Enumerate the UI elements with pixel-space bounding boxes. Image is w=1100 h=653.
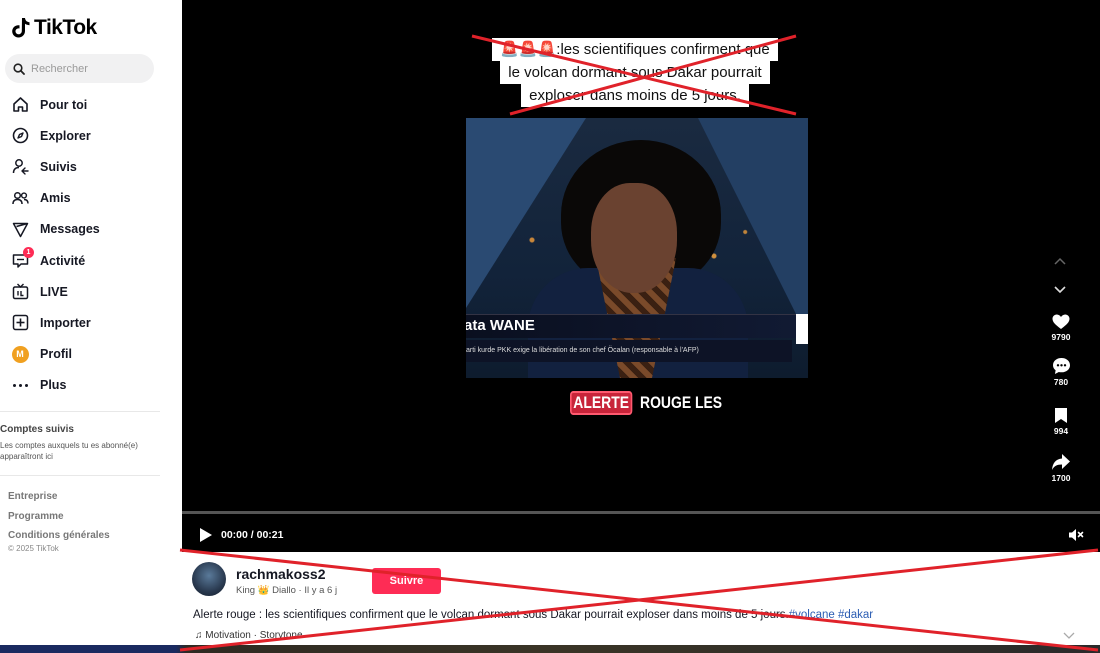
nav-item-messages[interactable]: Messages <box>0 214 182 245</box>
video-caption-overlay: 🚨🚨🚨:les scientifiques confirment que le … <box>474 38 796 107</box>
author-avatar[interactable] <box>192 562 226 596</box>
activity-icon: 1 <box>11 246 34 270</box>
compass-icon <box>11 127 29 145</box>
lower-third-name: ata WANE <box>466 317 535 334</box>
nav-label: Profil <box>40 347 72 362</box>
video-player[interactable]: 🚨🚨🚨:les scientifiques confirment que le … <box>182 0 1100 552</box>
nav-item-explorer[interactable]: Explorer <box>0 120 182 151</box>
music-label[interactable]: ♫ Motivation · Storytone <box>195 630 303 641</box>
nav-label: Messages <box>40 222 100 237</box>
nav-item-suivis[interactable]: Suivis <box>0 151 182 182</box>
copyright: © 2025 TikTok <box>8 544 59 553</box>
followed-accounts-description: Les comptes auxquels tu es abonné(e) app… <box>0 441 138 461</box>
messages-icon <box>11 220 29 238</box>
footer-link-entreprise[interactable]: Entreprise <box>8 487 110 507</box>
divider <box>0 475 160 476</box>
video-controls: 00:00 / 00:21 <box>182 518 1100 552</box>
heart-icon <box>1052 314 1070 329</box>
progress-bar[interactable] <box>182 511 1100 514</box>
profile-avatar: M <box>11 345 29 363</box>
following-icon <box>11 158 29 176</box>
search-bar[interactable] <box>5 54 154 83</box>
news-ticker: arti kurde PKK exige la libération de so… <box>466 340 792 362</box>
notification-badge: 1 <box>23 246 34 258</box>
logo-text: TikTok <box>34 16 97 39</box>
nav-label: Explorer <box>40 128 91 143</box>
followed-accounts-title: Comptes suivis <box>0 424 74 435</box>
search-input[interactable] <box>31 62 141 75</box>
upload-icon <box>11 314 29 332</box>
nav-item-plus[interactable]: Plus <box>0 370 182 401</box>
nav-label: Suivis <box>40 159 77 174</box>
nav-label: Pour toi <box>40 97 88 112</box>
post-description-text: Alerte rouge : les scientifiques confirm… <box>193 609 789 621</box>
video-info-panel: rachmakoss2 King 👑 Diallo · Il y a 6 j S… <box>182 552 1100 653</box>
share-count: 1700 <box>1051 473 1071 483</box>
previous-video-button[interactable] <box>1048 251 1072 271</box>
nav-label: Amis <box>40 191 71 206</box>
profile-avatar-letter: M <box>11 345 29 363</box>
nav-item-live[interactable]: LIVE <box>0 276 182 307</box>
author-username[interactable]: rachmakoss2 <box>236 566 326 582</box>
footer-links: Entreprise Programme Conditions générale… <box>8 487 110 546</box>
caption-line: exploser dans moins de 5 jours. <box>521 84 749 107</box>
play-icon[interactable] <box>199 527 213 543</box>
caption-line: le volcan dormant sous Dakar pourrait <box>500 61 770 84</box>
alert-text: ROUGE LES <box>640 393 723 412</box>
sidebar: TikTok Pour toi Explorer <box>0 0 182 653</box>
nav-item-activite[interactable]: 1 Activité <box>0 245 182 276</box>
expand-chevron-icon[interactable] <box>1063 632 1075 640</box>
nav-menu: Pour toi Explorer Suivis Amis Messages 1… <box>0 89 182 401</box>
save-button[interactable]: 994 <box>1040 407 1082 436</box>
comment-button[interactable]: 780 <box>1040 357 1082 387</box>
chevron-up-icon <box>1054 257 1066 265</box>
tiktok-logo-icon <box>12 18 30 38</box>
nav-item-pour-toi[interactable]: Pour toi <box>0 89 182 120</box>
footer-link-programme[interactable]: Programme <box>8 507 110 527</box>
post-hashtags[interactable]: #volcane #dakar <box>789 609 873 621</box>
bookmark-icon <box>1055 408 1067 423</box>
nav-label: Importer <box>40 315 91 330</box>
tiktok-logo[interactable]: TikTok <box>12 16 97 40</box>
alert-badge: ALERTE <box>570 391 633 415</box>
author-subline: King 👑 Diallo · Il y a 6 j <box>236 585 338 596</box>
live-icon <box>11 283 29 301</box>
like-count: 9790 <box>1051 332 1071 342</box>
taskbar-strip <box>0 645 1100 653</box>
divider <box>0 411 160 412</box>
follow-button[interactable]: Suivre <box>372 568 441 594</box>
video-time: 00:00 / 00:21 <box>221 529 284 541</box>
nav-item-importer[interactable]: Importer <box>0 307 182 338</box>
more-icon <box>11 376 29 394</box>
mute-icon[interactable] <box>1068 528 1084 542</box>
nav-label: LIVE <box>40 284 68 299</box>
share-button[interactable]: 1700 <box>1040 453 1082 483</box>
post-description: Alerte rouge : les scientifiques confirm… <box>193 609 873 621</box>
presenter-face <box>591 183 677 293</box>
nav-label: Activité <box>40 253 86 268</box>
chevron-down-icon <box>1054 286 1066 294</box>
search-icon <box>13 62 25 75</box>
share-icon <box>1052 454 1070 470</box>
like-button[interactable]: 9790 <box>1040 314 1082 342</box>
caption-line: 🚨🚨🚨:les scientifiques confirment que <box>492 38 778 61</box>
nav-label: Plus <box>40 378 67 393</box>
comment-count: 780 <box>1053 377 1069 387</box>
alert-overlay: ALERTE ROUGE LES <box>570 391 740 415</box>
footer-link-conditions[interactable]: Conditions générales <box>8 526 110 546</box>
video-frame: ata WANE arti kurde PKK exige la libérat… <box>466 118 808 378</box>
home-icon <box>11 96 29 114</box>
friends-icon <box>11 189 29 207</box>
comment-icon <box>1052 358 1070 374</box>
channel-logo <box>796 314 808 344</box>
save-count: 994 <box>1053 426 1069 436</box>
next-video-button[interactable] <box>1048 280 1072 300</box>
nav-item-amis[interactable]: Amis <box>0 183 182 214</box>
nav-item-profil[interactable]: M Profil <box>0 339 182 370</box>
